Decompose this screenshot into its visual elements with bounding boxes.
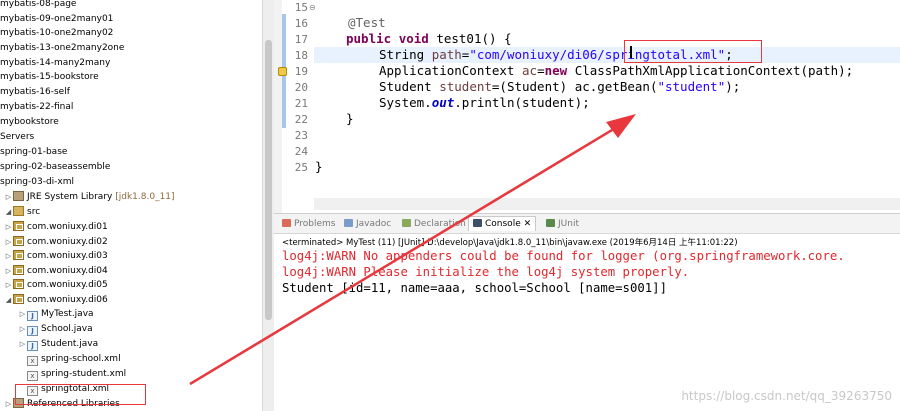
xml-file-icon: x (27, 356, 38, 366)
expand-arrow-icon[interactable]: ▷ (18, 307, 27, 321)
tree-item-project[interactable]: mybatis-15-bookstore (0, 70, 99, 84)
console-line: Student [id=11, name=aaa, school=School … (282, 281, 667, 295)
tab-console[interactable]: Console ✕ (468, 216, 537, 231)
line-number: 24 (294, 145, 308, 158)
code-line-19: ApplicationContext ac=new ClassPathXmlAp… (379, 63, 854, 78)
junit-icon (546, 219, 555, 227)
line-number: 22 (294, 113, 308, 126)
tree-item-project[interactable]: mybatis-16-self (0, 85, 70, 99)
code-line-21: System.out.println(student); (379, 95, 590, 110)
expand-arrow-icon[interactable]: ▷ (4, 397, 13, 411)
tree-item-file[interactable]: x spring-school.xml (18, 352, 121, 366)
line-number: 25 (294, 161, 308, 174)
tree-item-servers[interactable]: Servers (0, 130, 34, 144)
console-line: log4j:WARN Please initialize the log4j s… (282, 265, 690, 279)
tree-item-project-open[interactable]: spring-03-di-xml (0, 175, 74, 189)
tree-item-package-open[interactable]: ◢ com.woniuxy.di06 (4, 293, 108, 307)
console-view: Problems Javadoc Declaration Console ✕ J… (274, 213, 900, 411)
close-icon[interactable]: ✕ (524, 219, 532, 229)
fold-toggle-icon[interactable]: ⊖ (309, 3, 316, 12)
tree-item-package[interactable]: ▷ com.woniuxy.di03 (4, 249, 108, 263)
highlight-box-code (624, 40, 762, 63)
code-editor[interactable]: 15 16 17 18 19 20 21 22 23 24 25 ⊖ @Test… (274, 0, 900, 213)
line-number: 20 (294, 81, 308, 94)
expand-arrow-icon[interactable]: ▷ (4, 190, 13, 204)
source-folder-icon (13, 206, 24, 216)
process-status: <terminated> MyTest (11) [JUnit] D:\deve… (282, 238, 738, 248)
package-icon (13, 265, 24, 275)
collapse-arrow-icon[interactable]: ◢ (4, 205, 13, 219)
package-icon (13, 221, 24, 231)
package-icon (13, 279, 24, 289)
console-icon (473, 219, 482, 227)
tree-item-src[interactable]: ◢ src (4, 205, 40, 219)
package-icon (13, 250, 24, 260)
tree-item-project[interactable]: spring-02-baseassemble (0, 160, 110, 174)
line-number: 19 (294, 65, 308, 78)
tree-item-jre[interactable]: ▷ JRE System Library [jdk1.8.0_11] (4, 190, 175, 204)
collapse-arrow-icon[interactable]: ◢ (4, 293, 13, 307)
tree-item-file[interactable]: ▷ J School.java (18, 322, 93, 336)
code-line-20: Student student=(Student) ac.getBean("st… (379, 79, 741, 94)
problems-icon (282, 219, 291, 227)
expand-arrow-icon[interactable]: ▷ (4, 220, 13, 234)
expand-arrow-icon[interactable]: ▷ (4, 278, 13, 292)
xml-file-icon: x (27, 371, 38, 381)
expand-arrow-icon[interactable]: ▷ (4, 235, 13, 249)
view-tabs: Problems Javadoc Declaration Console ✕ J… (274, 214, 900, 234)
tree-item-project[interactable]: mybatis-10-one2many02 (0, 26, 113, 40)
highlight-box-file (15, 384, 146, 405)
javadoc-icon (344, 219, 353, 227)
watermark: https://blog.csdn.net/qq_39263750 (681, 389, 892, 403)
expand-arrow-icon[interactable]: ▷ (18, 337, 27, 351)
line-number: 16 (294, 17, 308, 30)
package-icon (13, 294, 24, 304)
tree-item-package[interactable]: ▷ com.woniuxy.di04 (4, 264, 108, 278)
tree-item-project[interactable]: mybatis-14-many2many (0, 56, 110, 70)
library-icon (13, 191, 24, 201)
expand-arrow-icon[interactable]: ▷ (18, 322, 27, 336)
code-line-22: } (346, 111, 354, 126)
tree-item-project[interactable]: mybatis-09-one2many01 (0, 12, 113, 26)
code-line-25: } (315, 159, 323, 174)
java-file-icon: J (27, 341, 38, 351)
explorer-scrollbar[interactable] (262, 0, 274, 411)
code-line-16: @Test (348, 15, 386, 30)
tree-item-project[interactable]: mybatis-08-page (0, 0, 76, 11)
tab-problems[interactable]: Problems (282, 217, 335, 231)
tree-item-package[interactable]: ▷ com.woniuxy.di05 (4, 278, 108, 292)
tree-item-project[interactable]: mybatis-22-final (0, 100, 73, 114)
editor-horizontal-scrollbar[interactable] (314, 198, 900, 210)
tab-declaration[interactable]: Declaration (402, 217, 466, 231)
line-number: 23 (294, 129, 308, 142)
line-number: 17 (294, 33, 308, 46)
package-icon (13, 236, 24, 246)
console-line: log4j:WARN No appenders could be found f… (282, 249, 845, 263)
tree-item-file[interactable]: x spring-student.xml (18, 367, 126, 381)
tree-item-file[interactable]: ▷ J MyTest.java (18, 307, 94, 321)
tree-item-project[interactable]: spring-01-base (0, 145, 67, 159)
line-number: 21 (294, 97, 308, 110)
java-file-icon: J (27, 326, 38, 336)
tree-item-file[interactable]: ▷ J Student.java (18, 337, 98, 351)
tab-junit[interactable]: JUnit (546, 217, 579, 231)
tree-item-package[interactable]: ▷ com.woniuxy.di01 (4, 220, 108, 234)
editor-ruler (274, 0, 282, 213)
package-explorer: mybatis-08-page mybatis-09-one2many01 my… (0, 0, 262, 411)
tree-item-package[interactable]: ▷ com.woniuxy.di02 (4, 235, 108, 249)
tab-javadoc[interactable]: Javadoc (344, 217, 391, 231)
code-line-17: public void test01() { (346, 31, 512, 46)
line-number: 18 (294, 49, 308, 62)
tree-item-project[interactable]: mybatis-13-one2many2one (0, 41, 124, 55)
expand-arrow-icon[interactable]: ▷ (4, 264, 13, 278)
scrollbar-thumb[interactable] (265, 40, 272, 320)
line-number: 15 (294, 1, 308, 14)
expand-arrow-icon[interactable]: ▷ (4, 249, 13, 263)
declaration-icon (402, 219, 411, 227)
java-file-icon: J (27, 311, 38, 321)
tree-item-project[interactable]: mybookstore (0, 115, 59, 129)
text-cursor-icon (630, 46, 632, 58)
